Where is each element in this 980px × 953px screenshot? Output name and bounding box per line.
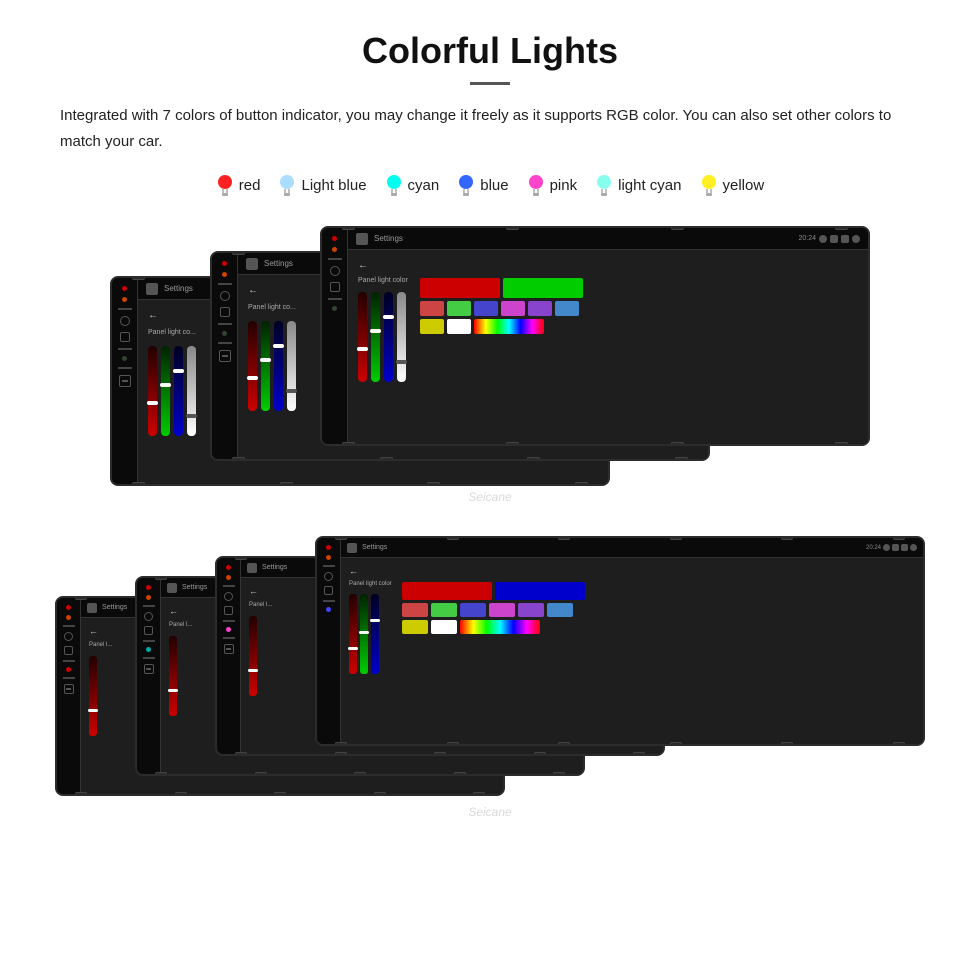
description-text: Integrated with 7 colors of button indic… <box>60 103 920 154</box>
page-title: Colorful Lights <box>40 30 940 72</box>
page-container: Colorful Lights Integrated with 7 colors… <box>0 0 980 891</box>
color-label: red <box>239 177 261 194</box>
bulb-icon <box>457 174 475 196</box>
color-item-Light-blue: Light blue <box>278 174 366 196</box>
color-item-blue: blue <box>457 174 508 196</box>
bulb-icon <box>595 174 613 196</box>
color-legend: red Light blue cyan blue pink light cyan yello… <box>40 174 940 196</box>
color-label: blue <box>480 177 508 194</box>
bulb-icon <box>385 174 403 196</box>
bulb-icon <box>278 174 296 196</box>
title-divider <box>470 82 510 85</box>
color-label: light cyan <box>618 177 681 194</box>
color-item-red: red <box>216 174 261 196</box>
bottom-devices-row: Settings ← Panel l... <box>40 536 940 831</box>
header-section: Colorful Lights Integrated with 7 colors… <box>40 30 940 154</box>
bulb-icon <box>216 174 234 196</box>
bottom-device-4: Settings 20:24 ← Panel l <box>315 536 925 746</box>
color-label: pink <box>550 177 578 194</box>
color-label: cyan <box>408 177 440 194</box>
color-label: yellow <box>723 177 765 194</box>
bulb-icon <box>527 174 545 196</box>
color-item-pink: pink <box>527 174 578 196</box>
top-devices-row: Settings ← Panel light co... <box>40 226 940 516</box>
bulb-icon <box>700 174 718 196</box>
color-item-yellow: yellow <box>700 174 765 196</box>
color-item-light-cyan: light cyan <box>595 174 681 196</box>
top-device-3: Settings 20:24 ← Panel l <box>320 226 870 446</box>
watermark-top: Seicane <box>468 490 511 504</box>
color-item-cyan: cyan <box>385 174 440 196</box>
watermark-bottom: Seicane <box>468 805 511 819</box>
color-label: Light blue <box>301 177 366 194</box>
